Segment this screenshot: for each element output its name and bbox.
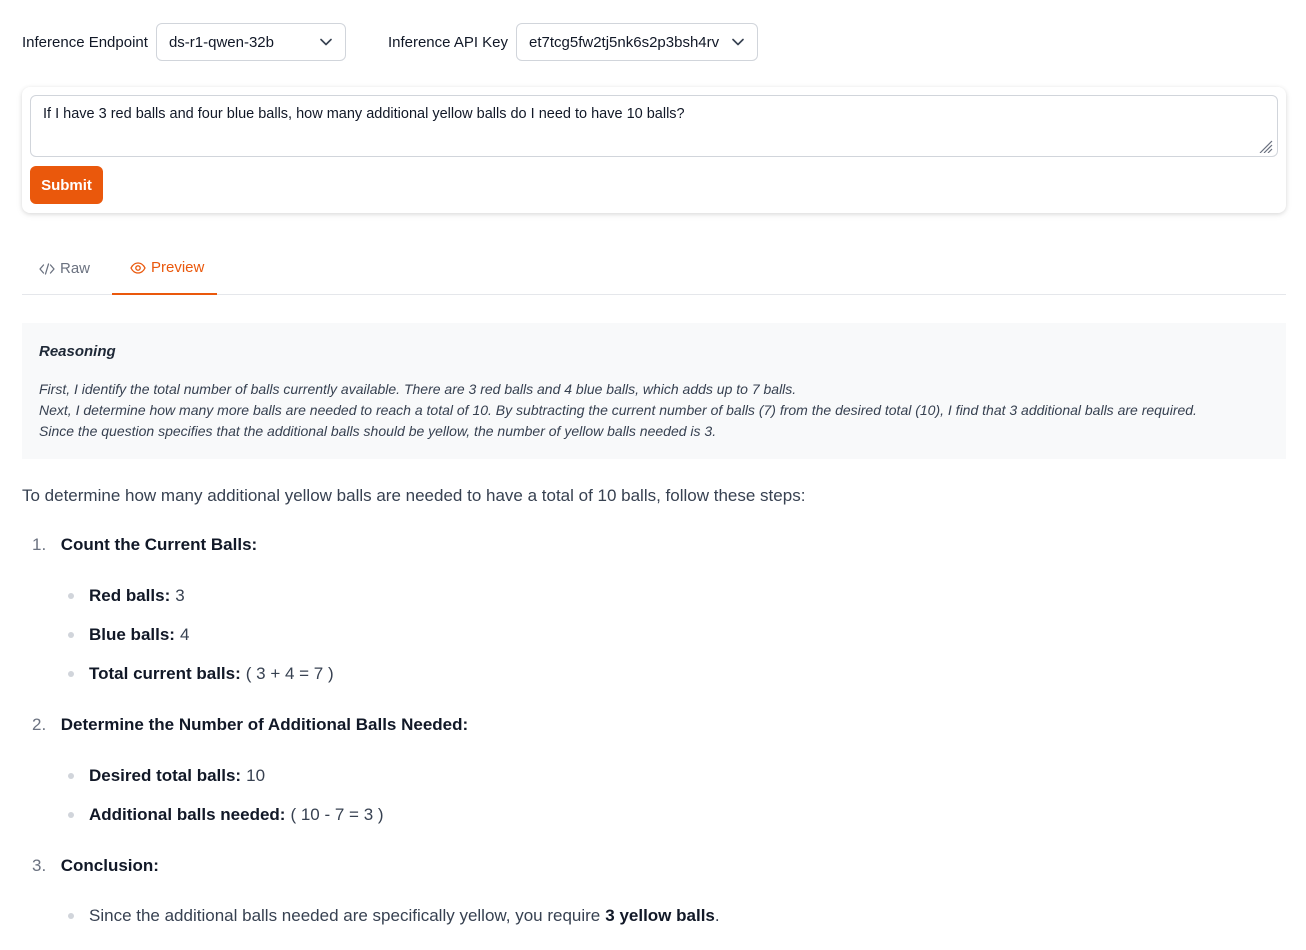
- chevron-down-icon: [319, 35, 333, 49]
- top-controls: Inference Endpoint ds-r1-qwen-32b Infere…: [22, 23, 759, 61]
- conclusion-bold: 3 yellow balls: [605, 906, 715, 925]
- tab-raw[interactable]: Raw: [22, 242, 104, 295]
- step-title: Conclusion:: [60, 856, 159, 875]
- answer-content: To determine how many additional yellow …: [22, 484, 1286, 925]
- submit-button[interactable]: Submit: [30, 166, 103, 204]
- eye-icon: [130, 261, 146, 274]
- step-title: Count the Current Balls:: [60, 535, 258, 554]
- reasoning-line: Since the question specifies that the ad…: [39, 423, 717, 439]
- bullet-key: Blue balls:: [89, 625, 175, 644]
- step-title: Determine the Number of Additional Balls…: [60, 715, 469, 734]
- api-key-select[interactable]: et7tcg5fw2tj5nk6s2p3bsh4rv: [516, 23, 759, 61]
- bullet-key: Additional balls needed:: [89, 805, 286, 824]
- bullet-dot: [68, 812, 74, 818]
- endpoint-value: ds-r1-qwen-32b: [168, 33, 274, 51]
- bullet-key: Total current balls:: [89, 664, 241, 683]
- list-item: Since the additional balls needed are sp…: [68, 904, 720, 928]
- bullet-dot: [68, 632, 74, 638]
- list-item: Blue balls: 4: [68, 623, 189, 647]
- endpoint-label: Inference Endpoint: [22, 33, 148, 51]
- bullet-value: 10: [246, 766, 266, 785]
- step-item: 2. Determine the Number of Additional Ba…: [32, 713, 468, 737]
- resize-handle-icon[interactable]: [1255, 139, 1273, 154]
- view-tabs: Raw Preview: [22, 242, 1286, 295]
- bullet-dot: [68, 913, 74, 919]
- bullet-dot: [68, 593, 74, 599]
- step-number: 1.: [32, 535, 47, 554]
- tab-raw-label: Raw: [60, 260, 91, 277]
- bullet-value: 4: [179, 625, 190, 644]
- conclusion-end: .: [714, 906, 720, 925]
- conclusion-text: Since the additional balls needed are sp…: [89, 906, 601, 925]
- tab-preview-label: Preview: [151, 259, 205, 276]
- step-number: 2.: [32, 715, 47, 734]
- bullet-key: Desired total balls:: [89, 766, 242, 785]
- tab-preview[interactable]: Preview: [112, 242, 217, 295]
- api-key-value: et7tcg5fw2tj5nk6s2p3bsh4rv: [529, 33, 720, 51]
- step-item: 3. Conclusion:: [32, 854, 159, 878]
- step-number: 3.: [32, 856, 47, 875]
- step-item: 1. Count the Current Balls:: [32, 533, 257, 557]
- bullet-value: ( 10 - 7 = 3 ): [290, 805, 384, 824]
- reasoning-line: Next, I determine how many more balls ar…: [39, 402, 1197, 418]
- code-icon: [39, 262, 55, 275]
- bullet-value: ( 3 + 4 = 7 ): [245, 664, 334, 683]
- prompt-textarea[interactable]: If I have 3 red balls and four blue ball…: [30, 95, 1278, 157]
- bullet-value: 3: [175, 586, 185, 605]
- reasoning-block: Reasoning First, I identify the total nu…: [22, 323, 1286, 459]
- reasoning-title: Reasoning: [39, 343, 116, 360]
- answer-intro: To determine how many additional yellow …: [22, 486, 806, 505]
- list-item: Additional balls needed: ( 10 - 7 = 3 ): [68, 803, 384, 827]
- endpoint-select[interactable]: ds-r1-qwen-32b: [155, 23, 346, 61]
- list-item: Red balls: 3: [68, 584, 185, 608]
- reasoning-line: First, I identify the total number of ba…: [39, 381, 797, 397]
- list-item: Desired total balls: 10: [68, 764, 265, 788]
- list-item: Total current balls: ( 3 + 4 = 7 ): [68, 662, 334, 686]
- prompt-card: If I have 3 red balls and four blue ball…: [22, 87, 1286, 213]
- bullet-key: Red balls:: [89, 586, 171, 605]
- api-key-label: Inference API Key: [387, 33, 509, 51]
- prompt-text: If I have 3 red balls and four blue ball…: [43, 106, 685, 122]
- chevron-down-icon: [731, 35, 745, 49]
- bullet-dot: [68, 773, 74, 779]
- bullet-dot: [68, 671, 74, 677]
